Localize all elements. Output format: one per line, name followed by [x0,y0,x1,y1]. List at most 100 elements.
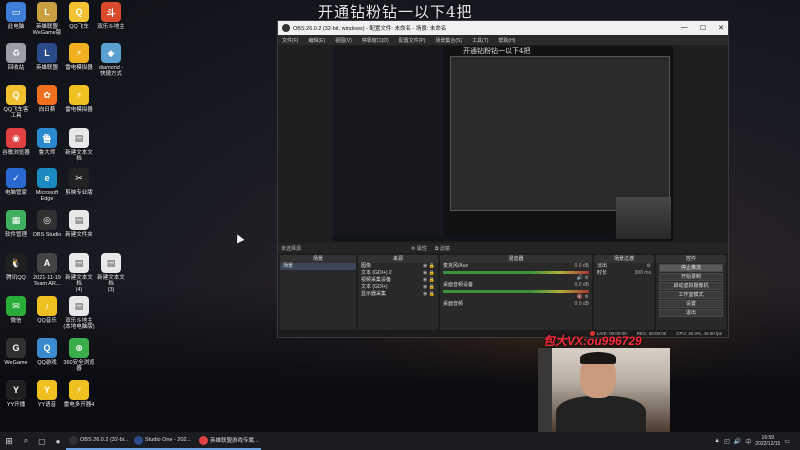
desktop-icon[interactable]: ◉ 谷歌浏览器 [0,128,32,156]
desktop-icon[interactable]: ⊕ 360安全浏览 器 [63,338,95,372]
minimize-icon[interactable]: — [681,24,688,32]
speaker-icon[interactable]: 🔊 ⚙ [577,275,589,282]
desktop-icon[interactable]: ▤ 新建文本文档 [63,128,95,162]
transition-select[interactable]: 淡出 ⚙ [594,263,654,270]
desktop-icon[interactable]: ▤ 新建文件夹 [63,210,95,238]
transitions-header: 场景过渡 [594,255,654,263]
obs-preview[interactable]: 开通钻粉钻一以下4把 [333,46,673,241]
desktop-icon[interactable]: ✿ 向日葵 [31,85,63,113]
desktop-icon[interactable]: Y YY开播 [0,380,32,408]
desktop-icon[interactable]: ◎ OBS Studio [31,210,63,238]
windows-taskbar: ⊞ ⌕ ▢ ● OBS 26.0.2 (32-bi... Studio One -… [0,432,800,450]
desktop-icon[interactable]: ▭ 此电脑 [0,2,32,30]
close-icon[interactable]: ✕ [718,24,724,32]
desktop-icon[interactable]: Q QQ游戏 [31,338,63,366]
taskbar-task[interactable]: Studio One - 202... [131,432,196,450]
preview-webcam [616,197,671,239]
menu-edit[interactable]: 编辑(E) [308,37,325,44]
menu-scene-collection[interactable]: 场景集合(S) [435,37,462,44]
mute-icon[interactable]: 🔇 ⚙ [577,294,589,301]
desktop-icon-label: WeGame [4,360,28,366]
tray-app-icon[interactable]: ▲ [714,438,720,444]
network-icon[interactable]: ◰ [724,438,730,445]
settings-button[interactable]: 设置 [659,300,723,308]
volume-controls[interactable]: 🔊 ⚙ [440,275,592,282]
search-icon[interactable]: ⌕ [18,432,34,450]
clock[interactable]: 16:59 2022/12/15 [755,435,780,447]
desktop-icon[interactable]: 🐧 腾讯QQ [0,253,32,281]
desktop-icon[interactable]: e Microsoft Edge [31,168,63,202]
desktop-icon[interactable]: L 英雄联盟 WeGame版 [31,2,63,36]
eye-icon[interactable]: ◉ 🔒 [423,270,435,277]
desktop-icon[interactable]: Y YY语音 [31,380,63,408]
cpu-status: CPU: 40.0%, 40.00 fps [676,331,722,336]
maximize-icon[interactable]: ☐ [700,24,706,32]
desktop-icon[interactable]: ✓ 电脑管家 [0,168,32,196]
menu-docks[interactable]: 停靠窗口(D) [362,37,389,44]
source-item[interactable]: 显示器采集 ◉ 🔒 [358,291,438,298]
eye-icon[interactable]: ◉ 🔒 [423,291,435,298]
app-icon: Y [6,380,26,400]
gear-icon[interactable]: ⚙ [647,263,651,270]
desktop-icon[interactable]: ◆ diamond - 快捷方式 [95,43,127,77]
start-button[interactable]: ⊞ [0,432,18,450]
desktop-icon-label: QQ飞车 [69,24,89,30]
desktop-icon[interactable]: ✂ 剪映专业版 [63,168,95,196]
source-item-label: 图像 [361,263,372,269]
menu-profile[interactable]: 配置文件(P) [399,37,426,44]
volume-icon[interactable]: 🔊 [734,438,741,445]
virtual-camera-button[interactable]: 启动虚拟摄像机 [659,282,723,290]
desktop-icon[interactable]: L 英雄联盟 [31,43,63,71]
ime-icon[interactable]: 中 [745,437,751,446]
source-item[interactable]: 图像 ◉ 🔒 [358,263,438,270]
task-view-icon[interactable]: ▢ [34,432,50,450]
properties-button[interactable]: ⚙ 属性 [411,245,427,252]
desktop-icon[interactable]: ♪ QQ音乐 [31,296,63,324]
menu-help[interactable]: 帮助(H) [498,37,515,44]
desktop-icon[interactable]: A 2021-11-19 Team AR... [31,253,63,287]
menu-file[interactable]: 文件(F) [282,37,298,44]
start-recording-button[interactable]: 开始录制 [659,273,723,281]
volume-controls[interactable]: 🔇 ⚙ [440,294,592,301]
desktop-icon[interactable]: G WeGame [0,338,32,366]
duration-row[interactable]: 时长 300 ms [594,270,654,277]
mixer-channel: 桌面音频 0.0 dB [440,301,592,308]
source-item[interactable]: 文本 (GDI+) ◉ 🔒 [358,284,438,291]
stop-streaming-button[interactable]: 停止推流 [659,264,723,272]
menu-tools[interactable]: 工具(T) [472,37,488,44]
eye-icon[interactable]: ◉ 🔒 [423,277,435,284]
app-icon: ♻ [6,43,26,63]
desktop-icon[interactable]: ✉ 微信 [0,296,32,324]
desktop-icon[interactable]: ▦ 软件管理 [0,210,32,238]
desktop-icon[interactable]: 斗双乐斗地主 [95,2,127,30]
desktop-icon[interactable]: ⚡ 雷电模拟器 [63,43,95,71]
taskbar-task[interactable]: 英雄联盟游戏专属... [196,432,261,450]
notification-icon[interactable]: ▭ [784,438,790,445]
desktop-icon-label: 新建文本文档 (4) [65,275,93,293]
exit-button[interactable]: 退出 [659,309,723,317]
eye-icon[interactable]: ◉ 🔒 [423,263,435,270]
obs-menubar: 文件(F) 编辑(E) 视图(V) 停靠窗口(D) 配置文件(P) 场景集合(S… [278,35,728,45]
desktop-icon[interactable]: ♻ 回收站 [0,43,32,71]
desktop-icon[interactable]: Q QQ飞车 [63,2,95,30]
app-icon: ▦ [6,210,26,230]
source-item[interactable]: 文本 (GDI+) 2 ◉ 🔒 [358,270,438,277]
desktop-icon[interactable]: ▤ 新建文本文档 (4) [63,253,95,293]
desktop-icon[interactable]: ⚡ 雷电多开器4 [63,380,95,408]
eye-icon[interactable]: ◉ 🔒 [423,284,435,291]
studio-mode-button[interactable]: 工作室模式 [659,291,723,299]
app-icon: Q [6,85,26,105]
source-item[interactable]: 视频采集设备 ◉ 🔒 [358,277,438,284]
pinned-app-icon[interactable]: ● [50,432,66,450]
taskbar-task[interactable]: OBS 26.0.2 (32-bi... [66,432,131,450]
desktop-icon[interactable]: ▤ 双乐斗地主 (本地电脑版) [63,296,95,330]
obs-window[interactable]: OBS 26.0.2 (32-bit, windows) - 配置文件: 未命名… [277,20,729,338]
desktop-icon[interactable]: 鲁鲁大师 [31,128,63,156]
desktop-icon[interactable]: ▤ 新建文本文档 (3) [95,253,127,293]
desktop-icon[interactable]: Q QQ飞车客 工具 [0,85,32,119]
scene-item[interactable]: 场景 [280,263,356,270]
menu-view[interactable]: 视图(V) [335,37,352,44]
desktop-icon[interactable]: ⚡ 雷电模拟器 [63,85,95,113]
obs-titlebar[interactable]: OBS 26.0.2 (32-bit, windows) - 配置文件: 未命名… [278,21,728,35]
filters-button[interactable]: ⧉ 滤镜 [435,245,450,252]
